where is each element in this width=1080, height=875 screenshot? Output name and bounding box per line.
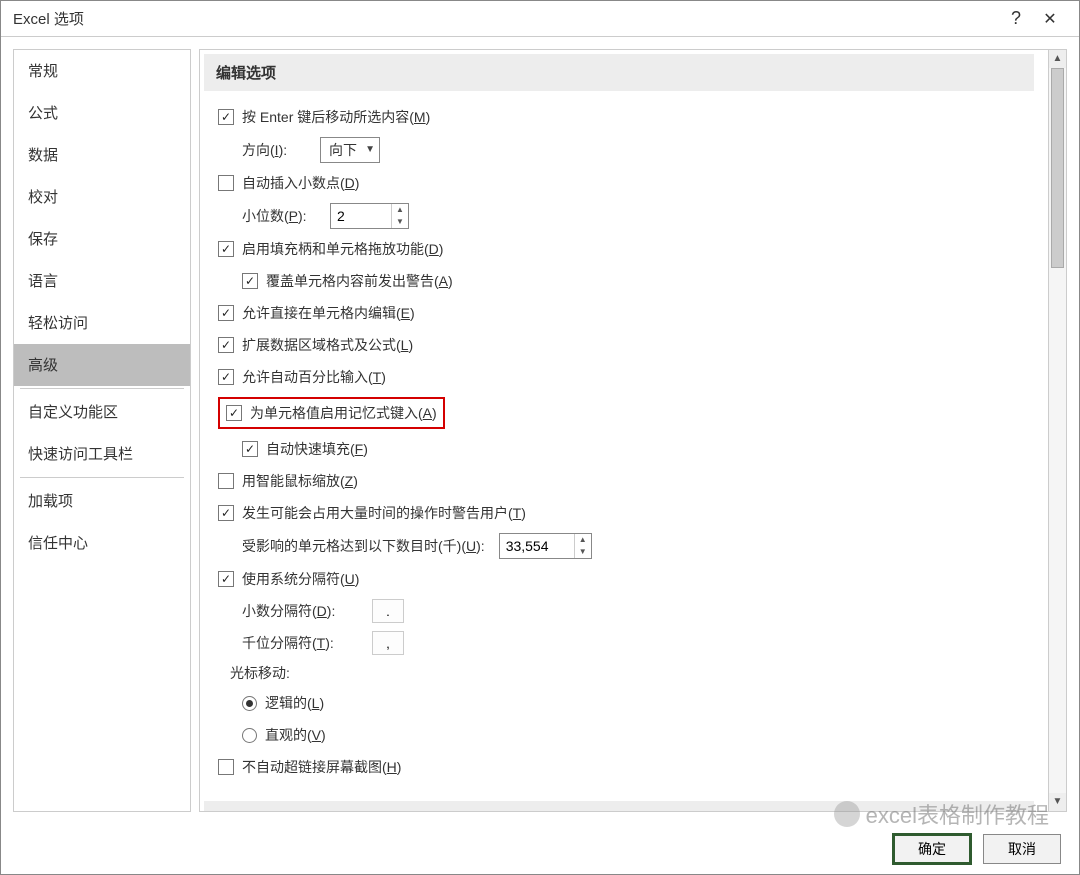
content-area: 常规公式数据校对保存语言轻松访问高级自定义功能区快速访问工具栏加载项信任中心 编… <box>1 37 1079 824</box>
label-flash-fill: 自动快速填充(F) <box>266 437 368 461</box>
opt-overwrite-warn[interactable]: 覆盖单元格内容前发出警告(A) <box>200 265 1058 297</box>
label-thousand-sep: 千位分隔符(T): <box>242 631 372 655</box>
section-cutcopy-header: 剪切、复制和粘贴 <box>204 801 1034 811</box>
dropdown-direction[interactable]: 向下 ▼ <box>320 137 380 163</box>
opt-system-sep[interactable]: 使用系统分隔符(U) <box>200 563 1058 595</box>
sidebar-item-5[interactable]: 语言 <box>14 260 190 302</box>
sidebar-item-11[interactable]: 信任中心 <box>14 522 190 564</box>
input-decimal-places[interactable] <box>331 204 391 228</box>
sidebar-item-3[interactable]: 校对 <box>14 176 190 218</box>
input-affected-cells[interactable] <box>500 534 574 558</box>
opt-extend-format[interactable]: 扩展数据区域格式及公式(L) <box>200 329 1058 361</box>
spin-up-icon[interactable]: ▲ <box>392 204 408 216</box>
opt-auto-decimal[interactable]: 自动插入小数点(D) <box>200 167 1058 199</box>
checkbox-zoom-roll[interactable] <box>218 473 234 489</box>
opt-enter-move[interactable]: 按 Enter 键后移动所选内容(M) <box>200 101 1058 133</box>
checkbox-autocomplete[interactable] <box>226 405 242 421</box>
row-thousand-sep: 千位分隔符(T): <box>200 627 1058 659</box>
label-autocomplete: 为单元格值启用记忆式键入(A) <box>250 401 437 425</box>
spinner-decimal-places[interactable]: ▲▼ <box>330 203 409 229</box>
spin-down-icon[interactable]: ▼ <box>575 546 591 558</box>
label-edit-in-cell: 允许直接在单元格内编辑(E) <box>242 301 415 325</box>
section-editing-header: 编辑选项 <box>204 54 1034 91</box>
sidebar-item-10[interactable]: 加载项 <box>14 480 190 522</box>
scroll-thumb[interactable] <box>1051 68 1064 268</box>
scroll-up-icon[interactable]: ▲ <box>1049 50 1066 68</box>
opt-no-hyperlink-screenshot[interactable]: 不自动超链接屏幕截图(H) <box>200 751 1058 783</box>
opt-zoom-roll[interactable]: 用智能鼠标缩放(Z) <box>200 465 1058 497</box>
ok-button[interactable]: 确定 <box>893 834 971 864</box>
main-panel: 编辑选项 按 Enter 键后移动所选内容(M) 方向(I): 向下 ▼ 自动插… <box>199 49 1067 812</box>
row-affected-cells: 受影响的单元格达到以下数目时(千)(U): ▲▼ <box>200 529 1058 563</box>
input-thousand-sep[interactable] <box>372 631 404 655</box>
row-decimal-places: 小位数(P): ▲▼ <box>200 199 1058 233</box>
radio-cursor-logical[interactable] <box>242 696 257 711</box>
close-button[interactable]: ✕ <box>1033 9 1067 29</box>
sidebar-item-1[interactable]: 公式 <box>14 92 190 134</box>
help-button[interactable]: ? <box>999 8 1033 29</box>
titlebar: Excel 选项 ? ✕ <box>1 1 1079 37</box>
checkbox-enter-move[interactable] <box>218 109 234 125</box>
label-decimal-places: 小位数(P): <box>242 204 330 228</box>
row-decimal-sep: 小数分隔符(D): <box>200 595 1058 627</box>
label-direction: 方向(I): <box>242 138 320 162</box>
checkbox-overwrite-warn[interactable] <box>242 273 258 289</box>
opt-flash-fill[interactable]: 自动快速填充(F) <box>200 433 1058 465</box>
opt-percent-entry[interactable]: 允许自动百分比输入(T) <box>200 361 1058 393</box>
spin-up-icon[interactable]: ▲ <box>575 534 591 546</box>
checkbox-no-hyperlink-screenshot[interactable] <box>218 759 234 775</box>
label-enter-move: 按 Enter 键后移动所选内容(M) <box>242 105 430 129</box>
sidebar-item-8[interactable]: 自定义功能区 <box>14 391 190 433</box>
scrollbar[interactable]: ▲ ▼ <box>1048 50 1066 811</box>
sidebar-item-0[interactable]: 常规 <box>14 50 190 92</box>
opt-fill-handle[interactable]: 启用填充柄和单元格拖放功能(D) <box>200 233 1058 265</box>
input-decimal-sep[interactable] <box>372 599 404 623</box>
label-extend-format: 扩展数据区域格式及公式(L) <box>242 333 413 357</box>
spinner-affected-cells[interactable]: ▲▼ <box>499 533 592 559</box>
label-system-sep: 使用系统分隔符(U) <box>242 567 359 591</box>
checkbox-system-sep[interactable] <box>218 571 234 587</box>
checkbox-extend-format[interactable] <box>218 337 234 353</box>
sidebar: 常规公式数据校对保存语言轻松访问高级自定义功能区快速访问工具栏加载项信任中心 <box>13 49 191 812</box>
radio-cursor-visual[interactable] <box>242 728 257 743</box>
scroll-down-icon[interactable]: ▼ <box>1049 793 1066 811</box>
label-cursor-logical: 逻辑的(L) <box>265 691 324 715</box>
opt-cursor-logical[interactable]: 逻辑的(L) <box>200 687 1058 719</box>
checkbox-auto-decimal[interactable] <box>218 175 234 191</box>
dialog-title: Excel 选项 <box>13 8 999 29</box>
label-alert-large-ops: 发生可能会占用大量时间的操作时警告用户(T) <box>242 501 526 525</box>
opt-edit-in-cell[interactable]: 允许直接在单元格内编辑(E) <box>200 297 1058 329</box>
checkbox-alert-large-ops[interactable] <box>218 505 234 521</box>
opt-cursor-visual[interactable]: 直观的(V) <box>200 719 1058 751</box>
label-percent-entry: 允许自动百分比输入(T) <box>242 365 386 389</box>
row-direction: 方向(I): 向下 ▼ <box>200 133 1058 167</box>
label-cursor-move: 光标移动: <box>200 659 1058 687</box>
checkbox-fill-handle[interactable] <box>218 241 234 257</box>
label-affected-cells: 受影响的单元格达到以下数目时(千)(U): <box>242 534 485 558</box>
label-overwrite-warn: 覆盖单元格内容前发出警告(A) <box>266 269 453 293</box>
opt-autocomplete[interactable]: 为单元格值启用记忆式键入(A) <box>200 393 1058 433</box>
sidebar-separator <box>20 388 184 389</box>
sidebar-item-6[interactable]: 轻松访问 <box>14 302 190 344</box>
spin-down-icon[interactable]: ▼ <box>392 216 408 228</box>
sidebar-separator <box>20 477 184 478</box>
checkbox-flash-fill[interactable] <box>242 441 258 457</box>
highlight-autocomplete: 为单元格值启用记忆式键入(A) <box>218 397 445 429</box>
label-auto-decimal: 自动插入小数点(D) <box>242 171 359 195</box>
label-fill-handle: 启用填充柄和单元格拖放功能(D) <box>242 237 443 261</box>
label-no-hyperlink-screenshot: 不自动超链接屏幕截图(H) <box>242 755 401 779</box>
opt-alert-large-ops[interactable]: 发生可能会占用大量时间的操作时警告用户(T) <box>200 497 1058 529</box>
label-zoom-roll: 用智能鼠标缩放(Z) <box>242 469 358 493</box>
checkbox-percent-entry[interactable] <box>218 369 234 385</box>
chevron-down-icon: ▼ <box>365 138 375 162</box>
label-cursor-visual: 直观的(V) <box>265 723 326 747</box>
sidebar-item-4[interactable]: 保存 <box>14 218 190 260</box>
checkbox-edit-in-cell[interactable] <box>218 305 234 321</box>
sidebar-item-9[interactable]: 快速访问工具栏 <box>14 433 190 475</box>
cancel-button[interactable]: 取消 <box>983 834 1061 864</box>
sidebar-item-2[interactable]: 数据 <box>14 134 190 176</box>
label-decimal-sep: 小数分隔符(D): <box>242 599 372 623</box>
dialog-footer: 确定 取消 <box>1 824 1079 874</box>
sidebar-item-7[interactable]: 高级 <box>14 344 190 386</box>
